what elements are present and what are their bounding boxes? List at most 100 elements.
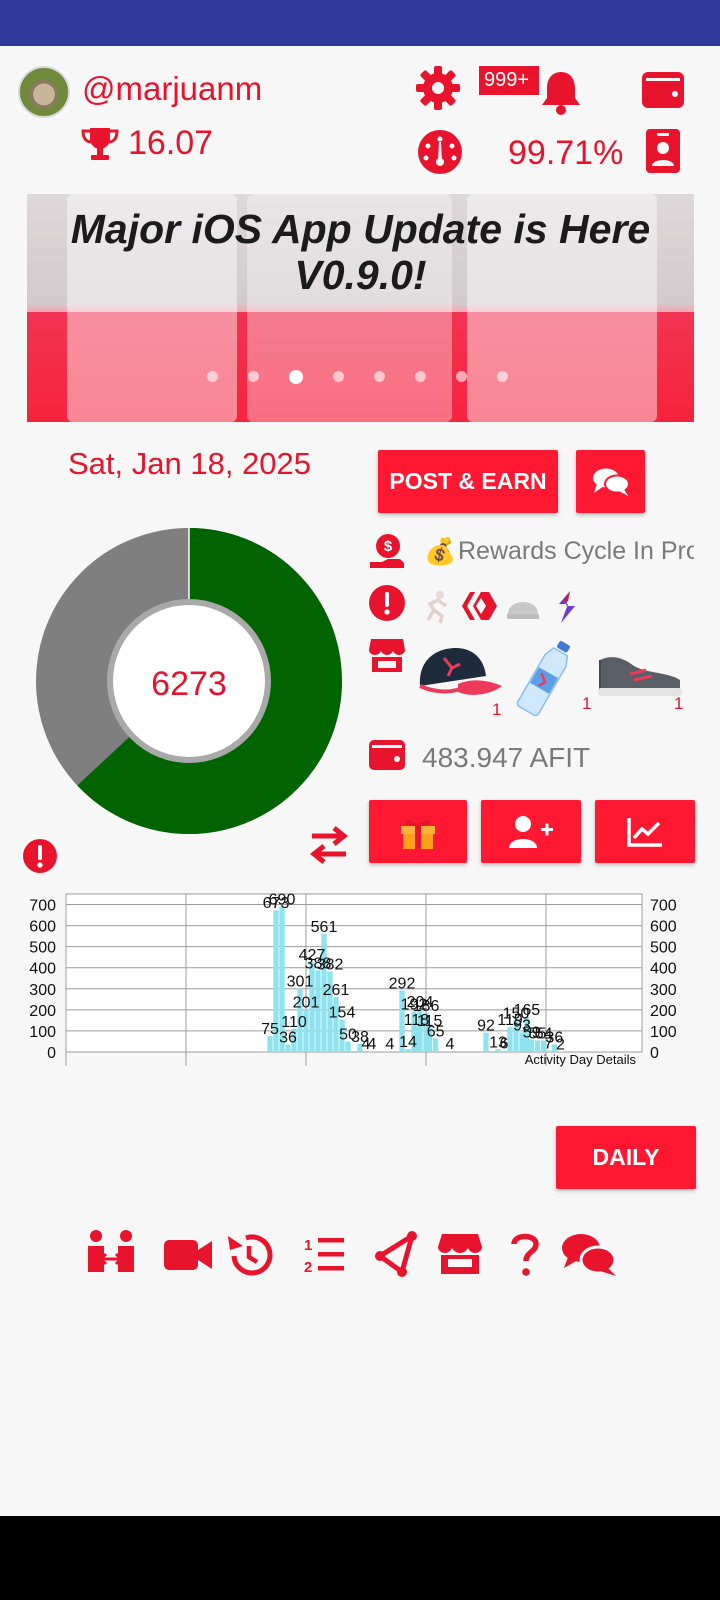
- carousel-dot[interactable]: [456, 371, 467, 382]
- y-tick-label-right: 500: [650, 940, 677, 957]
- sneaker-item[interactable]: 1: [594, 640, 692, 718]
- sneaker-icon: [598, 657, 682, 696]
- wallet-icon: [369, 740, 405, 770]
- data-label: 165: [513, 1002, 540, 1019]
- shop-icon[interactable]: [438, 1234, 482, 1274]
- sneaker-quantity: 1: [674, 694, 684, 713]
- carousel-dot[interactable]: [333, 371, 344, 382]
- banner-title-line1: Major iOS App Update is Here: [70, 206, 651, 252]
- percent-value: 99.71%: [508, 134, 624, 172]
- swap-icon[interactable]: [306, 822, 352, 868]
- water-bottle-item[interactable]: 1: [516, 636, 596, 718]
- svg-text:1: 1: [304, 1237, 312, 1254]
- runner-icon: [426, 591, 448, 624]
- carousel-dot[interactable]: [374, 371, 385, 382]
- y-tick-label-left: 500: [29, 940, 56, 957]
- water-bottle-quantity: 1: [582, 694, 592, 713]
- alert-icon[interactable]: [22, 838, 58, 874]
- gear-icon[interactable]: [414, 64, 462, 112]
- data-label: 301: [287, 974, 314, 991]
- y-tick-label-right: 0: [650, 1045, 659, 1062]
- status-bar: [0, 0, 720, 46]
- stats-button[interactable]: [595, 800, 695, 863]
- ordered-list-icon[interactable]: 1 2: [304, 1237, 344, 1276]
- data-label: 154: [329, 1005, 356, 1022]
- id-card-icon[interactable]: [645, 128, 681, 174]
- activity-bar-chart[interactable]: 0 0 100 100 200 200 300 300 400 400 500 500 600 600 70…: [20, 884, 700, 1094]
- y-tick-label-left: 200: [29, 1003, 56, 1020]
- data-label: 14: [399, 1034, 417, 1051]
- gift-icon: [401, 819, 435, 849]
- carousel-dot[interactable]: [289, 370, 303, 384]
- data-label: 4: [446, 1036, 455, 1053]
- data-label: 292: [389, 975, 416, 992]
- y-tick-label-left: 400: [29, 961, 56, 978]
- share-icon[interactable]: [375, 1231, 417, 1277]
- data-label: 4: [368, 1036, 377, 1053]
- data-label: 201: [293, 995, 320, 1012]
- hand-coin-icon: $: [370, 534, 404, 568]
- data-label: 561: [311, 919, 338, 936]
- banner-title-line2: V0.9.0!: [294, 252, 427, 298]
- money-bag-icon: 💰: [424, 536, 457, 566]
- bottom-nav: 1 2: [88, 1230, 617, 1277]
- chat-icon[interactable]: [562, 1234, 617, 1276]
- data-label: 110: [281, 1014, 307, 1031]
- data-label: 36: [279, 1029, 297, 1046]
- store-icon[interactable]: [368, 636, 406, 674]
- chart-bar: [483, 1032, 489, 1052]
- data-label: 382: [317, 957, 344, 974]
- y-tick-label-right: 100: [650, 1024, 677, 1041]
- gift-button[interactable]: [369, 800, 467, 863]
- score-value: 16.07: [128, 124, 214, 162]
- data-label: 6: [500, 1036, 509, 1053]
- y-tick-label-right: 200: [650, 1003, 677, 1020]
- speedometer-icon[interactable]: [416, 128, 464, 176]
- add-friend-button[interactable]: [481, 800, 581, 863]
- hive-icon: [462, 592, 497, 620]
- banner-title: Major iOS App Update is Here V0.9.0!: [27, 206, 694, 298]
- y-tick-label-left: 0: [47, 1045, 56, 1062]
- comments-button[interactable]: [576, 450, 645, 513]
- comments-icon: [592, 468, 630, 496]
- system-navigation-bar: [0, 1516, 720, 1600]
- avatar[interactable]: [18, 66, 70, 118]
- chart-caption: Activity Day Details: [525, 1052, 637, 1067]
- chart-bar: [267, 1036, 273, 1052]
- video-icon[interactable]: [164, 1240, 212, 1270]
- y-tick-label-right: 700: [650, 898, 677, 915]
- lightning-token-icon: [559, 591, 575, 623]
- user-plus-icon: [509, 815, 553, 848]
- carousel-dot[interactable]: [248, 371, 259, 382]
- bell-icon[interactable]: [538, 68, 584, 116]
- rewards-status[interactable]: Rewards Cycle In Progress: [458, 537, 694, 566]
- challenge-icon[interactable]: [88, 1230, 134, 1272]
- cap-icon: [419, 648, 502, 695]
- svg-text:$: $: [384, 538, 393, 555]
- carousel-dot[interactable]: [415, 371, 426, 382]
- carousel-dots[interactable]: [207, 370, 508, 384]
- line-chart-icon: [627, 817, 662, 847]
- help-icon[interactable]: [511, 1233, 539, 1276]
- alert-icon[interactable]: [368, 584, 406, 622]
- y-tick-label-left: 700: [29, 898, 56, 915]
- history-icon[interactable]: [228, 1234, 273, 1276]
- current-date[interactable]: Sat, Jan 18, 2025: [68, 446, 311, 482]
- carousel-dot[interactable]: [207, 371, 218, 382]
- data-label: 261: [323, 982, 350, 999]
- cap-quantity: 1: [492, 700, 502, 719]
- daily-button[interactable]: DAILY: [556, 1126, 696, 1189]
- post-earn-button[interactable]: POST & EARN: [378, 450, 558, 513]
- wallet-icon[interactable]: [640, 68, 686, 110]
- y-tick-label-left: 100: [29, 1024, 56, 1041]
- carousel-dot[interactable]: [497, 371, 508, 382]
- y-tick-label-left: 600: [29, 919, 56, 936]
- y-tick-label-right: 600: [650, 919, 677, 936]
- promo-banner[interactable]: Major iOS App Update is Here V0.9.0!: [27, 194, 694, 422]
- trophy-icon: [81, 128, 119, 160]
- water-bottle-icon: [516, 640, 570, 717]
- svg-text:2: 2: [304, 1259, 312, 1276]
- cap-item[interactable]: 1: [414, 642, 504, 719]
- username[interactable]: @marjuanm: [82, 70, 262, 108]
- chart-bar: [432, 1038, 439, 1052]
